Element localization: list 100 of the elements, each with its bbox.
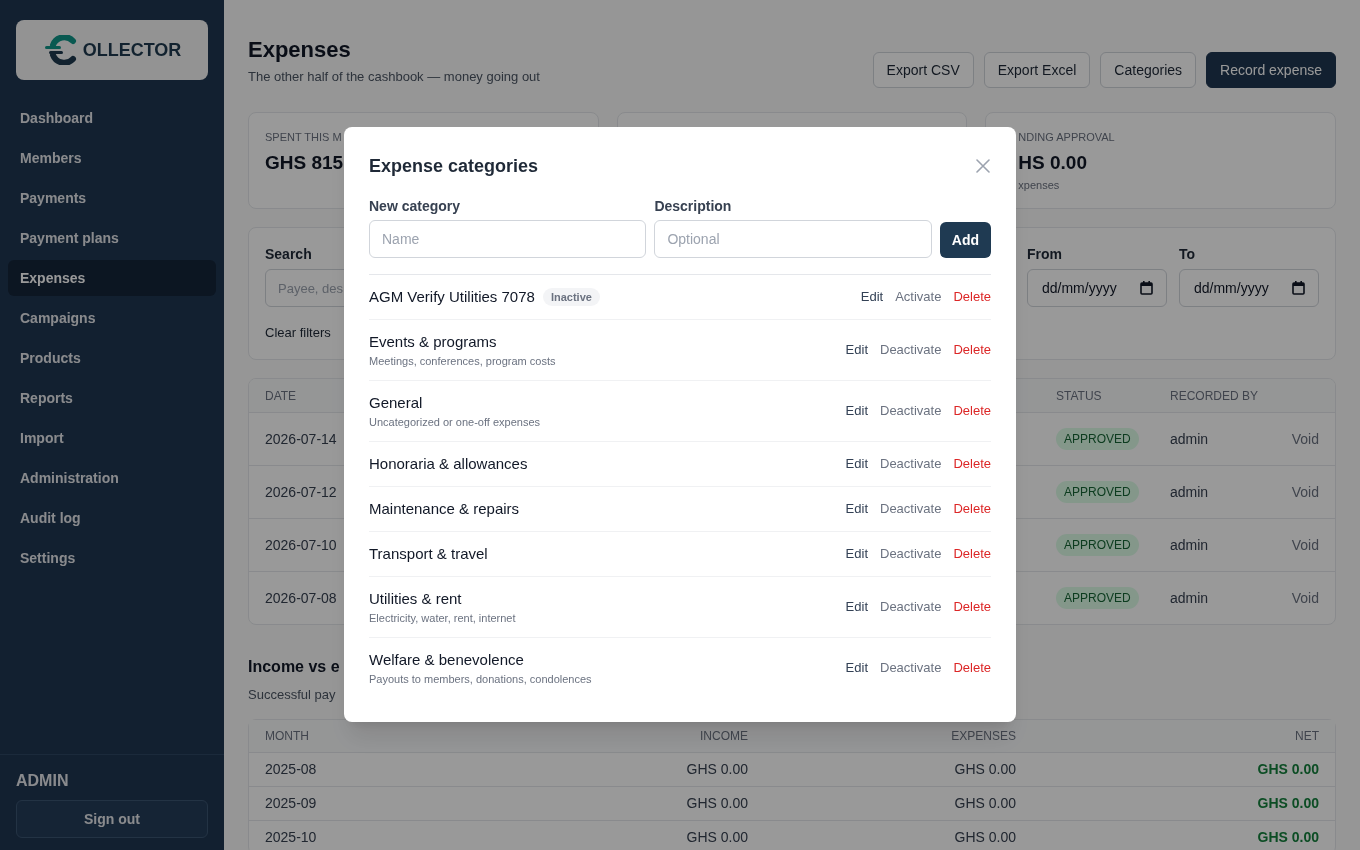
nav-item[interactable]: Settings [8, 540, 216, 576]
primary-button[interactable]: Record expense [1206, 52, 1336, 88]
category-name: Honoraria & allowances [369, 454, 528, 474]
edit-link[interactable]: Edit [860, 287, 884, 307]
stat-value: GHS 815 [265, 151, 344, 175]
category-name: Maintenance & repairs [369, 499, 520, 519]
nav-item[interactable]: Members [8, 140, 216, 176]
status-toggle-link[interactable]: Deactivate [880, 544, 942, 564]
nav-item[interactable]: Import [8, 420, 216, 456]
table-cell-text: GHS 0.00 [685, 760, 749, 779]
edit-link[interactable]: Edit [845, 340, 868, 360]
edit-link[interactable]: Edit [845, 499, 868, 519]
table-cell-text: admin [1170, 588, 1209, 608]
delete-link[interactable]: Delete [953, 401, 991, 421]
table-cell-text: GHS 0.00 [1256, 794, 1320, 813]
user-name: ADMIN [16, 771, 69, 791]
date-field[interactable]: dd/mm/yyyy [1179, 269, 1319, 307]
nav-item[interactable]: Dashboard [8, 100, 216, 136]
text-field[interactable]: Name [369, 220, 647, 258]
status-toggle-link[interactable]: Deactivate [880, 340, 942, 360]
text-field[interactable]: Optional [654, 220, 932, 258]
nav-item[interactable]: Payments [8, 180, 216, 216]
nav-item[interactable]: Products [8, 340, 216, 376]
column-header: RECORDED BY [1170, 387, 1258, 405]
table-cell-text: GHS 0.00 [685, 828, 749, 847]
void-link[interactable]: Void [1291, 587, 1319, 609]
status-toggle-link[interactable]: Deactivate [880, 454, 942, 474]
stat-label: NDING APPROVAL [1018, 130, 1115, 145]
table-cell-text: GHS 0.00 [685, 794, 749, 813]
table-cell-text: 2025-10 [264, 828, 318, 847]
table-cell-text: 2025-09 [264, 794, 318, 813]
stat-value: HS 0.00 [1018, 151, 1087, 175]
table-cell-text: GHS 0.00 [953, 760, 1017, 779]
sign-out-button[interactable]: Sign out [16, 800, 208, 838]
section-title: Income vs e [248, 657, 340, 677]
delete-link[interactable]: Delete [953, 454, 991, 474]
category-name: Transport & travel [369, 544, 488, 564]
status-badge: Inactive [542, 287, 600, 307]
nav-item[interactable]: Audit log [8, 500, 216, 536]
nav-item[interactable]: Administration [8, 460, 216, 496]
column-header: EXPENSES [950, 728, 1017, 745]
column-header: NET [1294, 728, 1320, 745]
column-header: DATE [265, 387, 297, 405]
edit-link[interactable]: Edit [845, 454, 868, 474]
toolbar-button[interactable]: Export Excel [983, 52, 1091, 88]
status-badge: APPROVED [1056, 481, 1139, 503]
delete-link[interactable]: Delete [953, 544, 991, 564]
table-cell-text: GHS 0.00 [1256, 828, 1320, 847]
table-cell-text: GHS 0.00 [953, 828, 1017, 847]
page-title: Expenses [248, 36, 351, 64]
calendar-icon[interactable] [1140, 281, 1153, 295]
date-field[interactable]: dd/mm/yyyy [1027, 269, 1167, 307]
category-description: Uncategorized or one-off expenses [369, 415, 540, 430]
status-toggle-link[interactable]: Deactivate [880, 658, 942, 678]
status-toggle-link[interactable]: Deactivate [880, 597, 942, 617]
delete-link[interactable]: Delete [953, 340, 991, 360]
calendar-icon[interactable] [1292, 281, 1305, 295]
edit-link[interactable]: Edit [845, 658, 868, 678]
table-cell-text: admin [1170, 535, 1209, 555]
category-name: AGM Verify Utilities 7078 [369, 287, 535, 307]
page-subtitle: The other half of the cashbook — money going out [248, 68, 540, 86]
add-button[interactable]: Add [939, 222, 991, 258]
delete-link[interactable]: Delete [953, 287, 991, 307]
void-link[interactable]: Void [1291, 481, 1319, 503]
delete-link[interactable]: Delete [953, 658, 991, 678]
void-link[interactable]: Void [1291, 428, 1319, 450]
nav-item[interactable]: Reports [8, 380, 216, 416]
edit-link[interactable]: Edit [845, 544, 868, 564]
table-cell-text: 2026-07-14 [265, 429, 337, 449]
field-label: From [1027, 245, 1062, 264]
section-subtitle: Successful pay [248, 686, 336, 704]
edit-link[interactable]: Edit [845, 597, 868, 617]
category-name: Utilities & rent [369, 589, 462, 609]
edit-link[interactable]: Edit [845, 401, 868, 421]
logo[interactable]: OLLECTOR [16, 20, 208, 80]
category-name: General [369, 393, 423, 413]
field-label: Search [265, 245, 312, 264]
clear-filters-link[interactable]: Clear filters [265, 323, 331, 343]
void-link[interactable]: Void [1291, 534, 1319, 556]
toolbar-button[interactable]: Categories [1100, 52, 1197, 88]
status-toggle-link[interactable]: Activate [895, 287, 942, 307]
status-badge: APPROVED [1056, 534, 1139, 556]
category-description: Payouts to members, donations, condolences [369, 672, 592, 687]
table-cell-text: 2026-07-12 [265, 482, 337, 502]
table-cell-text: 2026-07-08 [265, 588, 337, 608]
toolbar-button[interactable]: Export CSV [872, 52, 974, 88]
delete-link[interactable]: Delete [953, 597, 991, 617]
stat-note: xpenses [1018, 178, 1060, 193]
column-header: MONTH [264, 728, 310, 745]
nav-item[interactable]: Payment plans [8, 220, 216, 256]
table-cell-text: admin [1170, 429, 1209, 449]
delete-link[interactable]: Delete [953, 499, 991, 519]
nav-item[interactable]: Expenses [8, 260, 216, 296]
category-description: Electricity, water, rent, internet [369, 611, 516, 626]
stat-label: SPENT THIS M [265, 130, 342, 145]
field-label: To [1179, 245, 1196, 264]
status-toggle-link[interactable]: Deactivate [880, 499, 942, 519]
status-toggle-link[interactable]: Deactivate [880, 401, 942, 421]
table-cell-text: 2026-07-10 [265, 535, 337, 555]
nav-item[interactable]: Campaigns [8, 300, 216, 336]
